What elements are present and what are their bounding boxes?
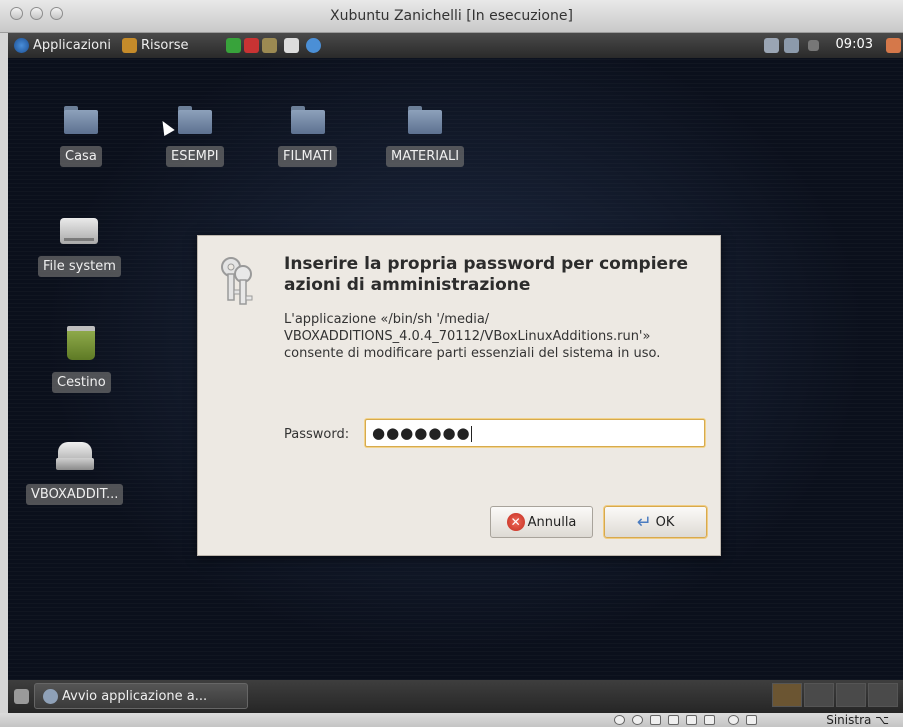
panel-clock[interactable]: 09:03 <box>836 37 873 52</box>
desktop-icon-label: File system <box>38 256 121 277</box>
desktop-icon-label: Casa <box>60 146 102 167</box>
leaf-launcher-icon[interactable] <box>262 38 277 53</box>
virtualization-status-icon[interactable] <box>728 715 739 725</box>
bottom-panel: Avvio applicazione a... <box>8 680 903 713</box>
cancel-icon: ✕ <box>506 513 525 531</box>
desktop-icon-label: Cestino <box>52 372 111 393</box>
desktop-icon-materiali[interactable]: MATERIALI <box>386 106 465 167</box>
show-desktop-icon[interactable] <box>14 689 29 704</box>
password-label: Password: <box>284 427 350 442</box>
desktop-icon-label: VBOXADDIT... <box>26 484 124 505</box>
desktop-icon-label: FILMATI <box>278 146 338 167</box>
text-caret <box>470 425 472 442</box>
mouse-capture-status-icon[interactable] <box>746 715 757 725</box>
places-menu-label: Risorse <box>141 38 189 53</box>
desktop-icon-label: MATERIALI <box>386 146 465 167</box>
desktop-icon-label: ESEMPI <box>166 146 224 167</box>
password-input[interactable]: ●●●●●●● <box>365 419 705 447</box>
cancel-button-label: Annulla <box>527 514 577 530</box>
taskbar-button-label: Avvio applicazione a... <box>62 688 208 704</box>
keys-icon <box>221 257 253 305</box>
dialog-title: Inserire la propria password per compier… <box>284 254 688 295</box>
shared-folders-status-icon[interactable] <box>686 715 697 725</box>
host-key-label: Sinistra ⌥ <box>826 713 889 727</box>
places-menu[interactable]: Risorse <box>122 36 189 55</box>
dialog-message: L'applicazione «/bin/sh '/media/ VBOXADD… <box>284 312 661 361</box>
workspace-3[interactable] <box>836 683 866 707</box>
host-status-bar: Sinistra ⌥ <box>0 713 903 727</box>
taskbar-button[interactable]: Avvio applicazione a... <box>34 683 248 709</box>
terminal-launcher-icon[interactable] <box>226 38 241 53</box>
host-window-title: Xubuntu Zanichelli [In esecuzione] <box>330 8 573 24</box>
ok-button-label: OK <box>655 514 675 530</box>
logout-icon[interactable] <box>886 38 901 53</box>
trash-icon <box>67 326 96 360</box>
workspace-1[interactable] <box>772 683 802 707</box>
workspace-2[interactable] <box>804 683 834 707</box>
notes-launcher-icon[interactable] <box>284 38 299 53</box>
volume-tray-icon[interactable] <box>808 40 819 51</box>
gear-icon <box>43 688 58 704</box>
places-icon <box>122 38 137 53</box>
applications-menu[interactable]: Applicazioni <box>14 36 111 55</box>
network-status-icon[interactable] <box>668 715 679 725</box>
top-panel: Applicazioni Risorse 09:03 <box>8 33 903 58</box>
guest-screen: Applicazioni Risorse 09:03 Casa ESEMPI F… <box>8 33 903 713</box>
workspace-4[interactable] <box>868 683 898 707</box>
xfce-menu-icon <box>14 38 29 53</box>
admin-password-dialog: Inserire la propria password per compier… <box>197 235 721 556</box>
password-dots: ●●●●●●● <box>372 424 471 442</box>
usb-status-icon[interactable] <box>650 715 661 725</box>
ok-button[interactable]: ↵ OK <box>604 506 707 538</box>
office-launcher-icon[interactable] <box>244 38 259 53</box>
desktop-icon-filmati[interactable]: FILMATI <box>278 106 338 167</box>
cdrom-drive-icon <box>55 442 94 472</box>
host-window-titlebar: Xubuntu Zanichelli [In esecuzione] <box>0 0 903 33</box>
desktop: Casa ESEMPI FILMATI MATERIALI File syste… <box>8 58 903 680</box>
cd-status-icon[interactable] <box>632 715 643 725</box>
folder-icon <box>290 106 325 134</box>
home-folder-icon <box>63 106 98 134</box>
enter-arrow-icon: ↵ <box>636 511 652 533</box>
hard-disk-status-icon[interactable] <box>614 715 625 725</box>
network-tray-icon[interactable] <box>764 38 779 53</box>
cancel-button[interactable]: ✕ Annulla <box>490 506 593 538</box>
desktop-icon-esempi[interactable]: ESEMPI <box>166 106 224 167</box>
help-launcher-icon[interactable] <box>306 38 321 53</box>
applications-menu-label: Applicazioni <box>33 38 111 53</box>
desktop-icon-casa[interactable]: Casa <box>60 106 102 167</box>
desktop-icon-filesystem[interactable]: File system <box>38 218 121 277</box>
connection-tray-icon[interactable] <box>784 38 799 53</box>
display-status-icon[interactable] <box>704 715 715 725</box>
hard-drive-icon <box>60 218 99 244</box>
desktop-icon-vboxadditions[interactable]: VBOXADDIT... <box>26 442 124 505</box>
folder-icon <box>177 106 212 134</box>
desktop-icon-cestino[interactable]: Cestino <box>52 326 111 393</box>
folder-icon <box>408 106 443 134</box>
